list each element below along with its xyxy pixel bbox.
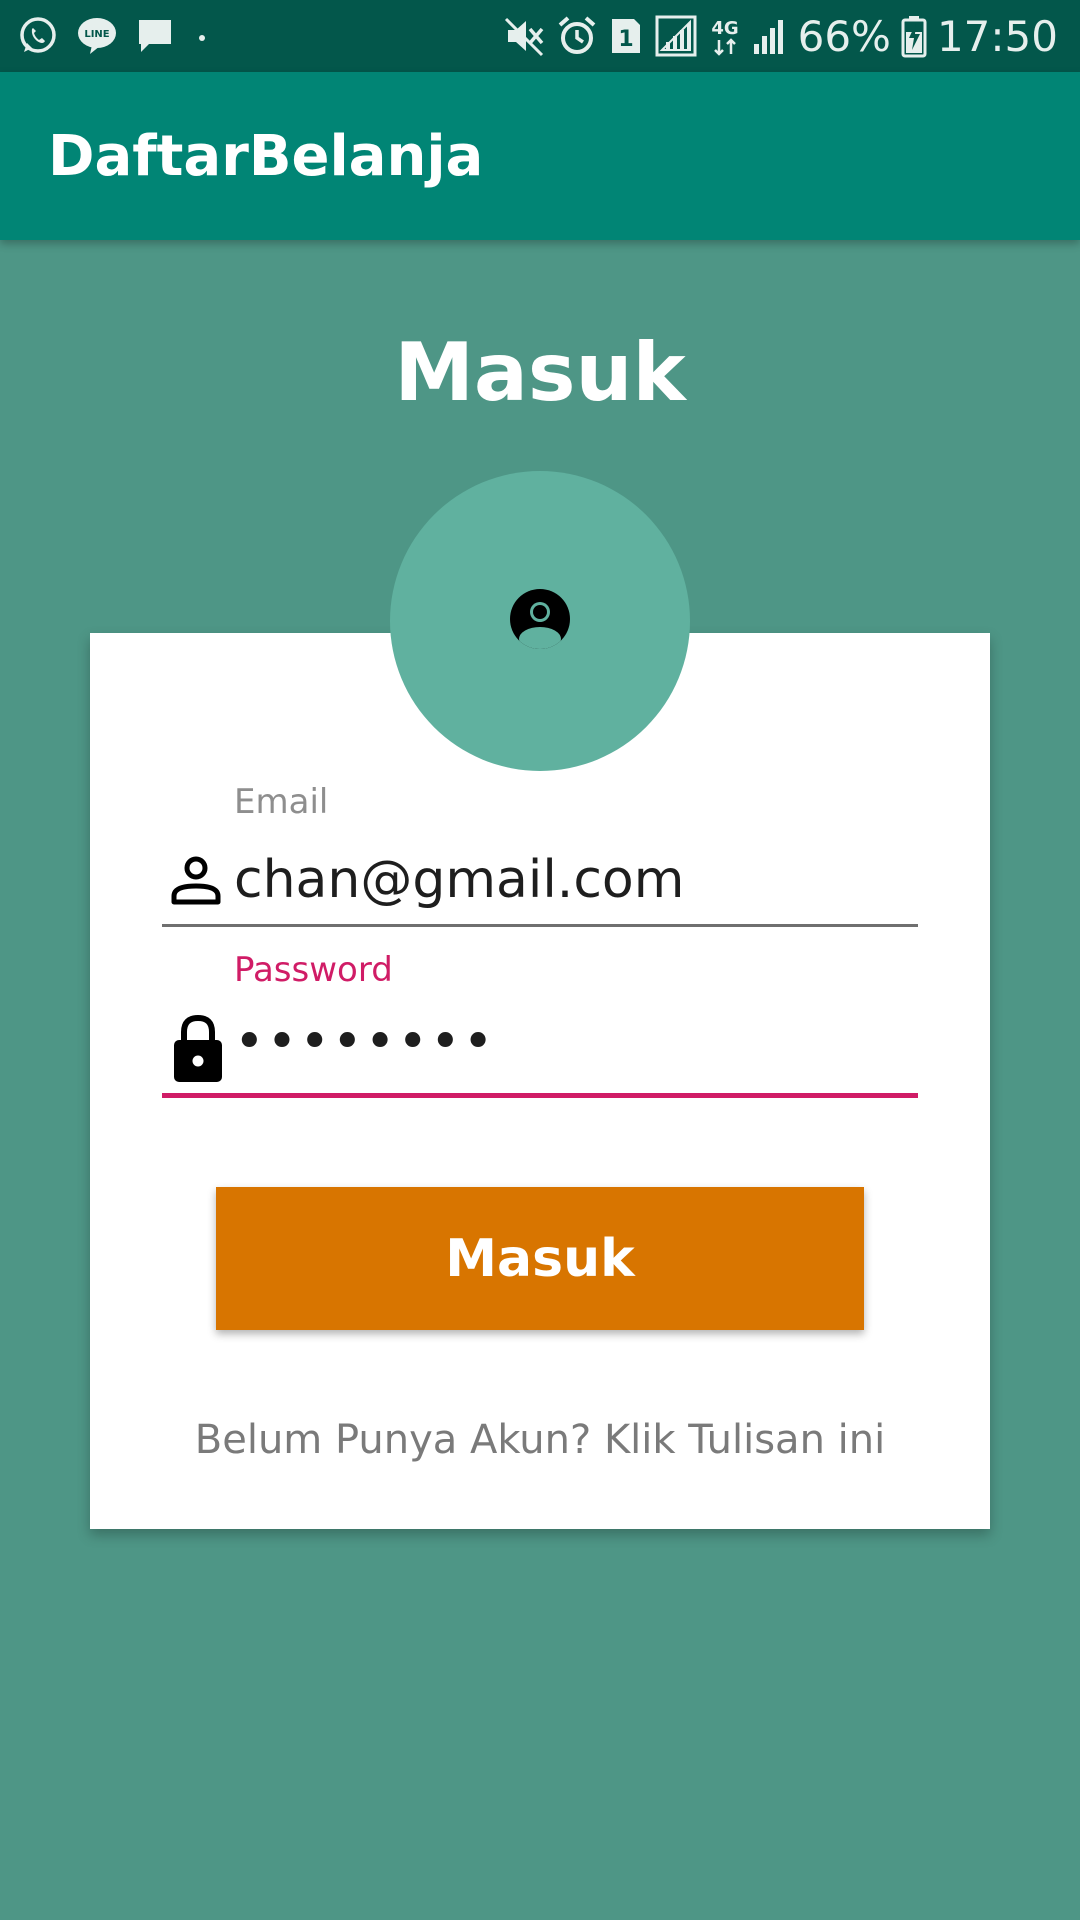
- line-icon: LINE: [76, 16, 118, 56]
- email-label: Email: [234, 782, 329, 822]
- sim-icon: 1: [608, 15, 644, 57]
- svg-text:LINE: LINE: [84, 29, 109, 40]
- network-4g-icon: 4G: [708, 14, 742, 58]
- lock-icon: [172, 1014, 224, 1089]
- login-button[interactable]: Masuk: [216, 1187, 864, 1330]
- clock: 17:50: [936, 11, 1058, 61]
- svg-text:1: 1: [618, 27, 633, 52]
- account-circle-icon: [510, 588, 570, 654]
- dot-icon: [192, 16, 212, 56]
- battery-percent: 66%: [797, 11, 891, 61]
- signal-icon: [752, 14, 788, 58]
- whatsapp-icon: [18, 16, 58, 56]
- system-icons: 1 4G 66% 17:50: [504, 10, 1058, 62]
- register-link[interactable]: Belum Punya Akun? Klik Tulisan ini: [0, 1417, 1080, 1463]
- avatar: [390, 471, 690, 771]
- notification-icons: LINE: [18, 14, 212, 58]
- message-icon: [136, 16, 174, 56]
- svg-text:4G: 4G: [711, 18, 738, 39]
- status-bar: LINE 1 4G 66% 17:50: [0, 0, 1080, 72]
- email-underline: [162, 924, 918, 927]
- app-bar: DaftarBelanja: [0, 72, 1080, 240]
- password-underline: [162, 1093, 918, 1098]
- mute-icon: [504, 15, 546, 57]
- password-label: Password: [234, 950, 393, 990]
- person-icon: [170, 854, 222, 911]
- page-title: Masuk: [394, 326, 686, 419]
- app-title: DaftarBelanja: [48, 124, 484, 189]
- signal-icon: [654, 14, 698, 58]
- battery-charging-icon: [901, 14, 927, 58]
- alarm-icon: [556, 15, 598, 57]
- password-field[interactable]: [234, 1012, 914, 1072]
- email-field[interactable]: [234, 850, 914, 910]
